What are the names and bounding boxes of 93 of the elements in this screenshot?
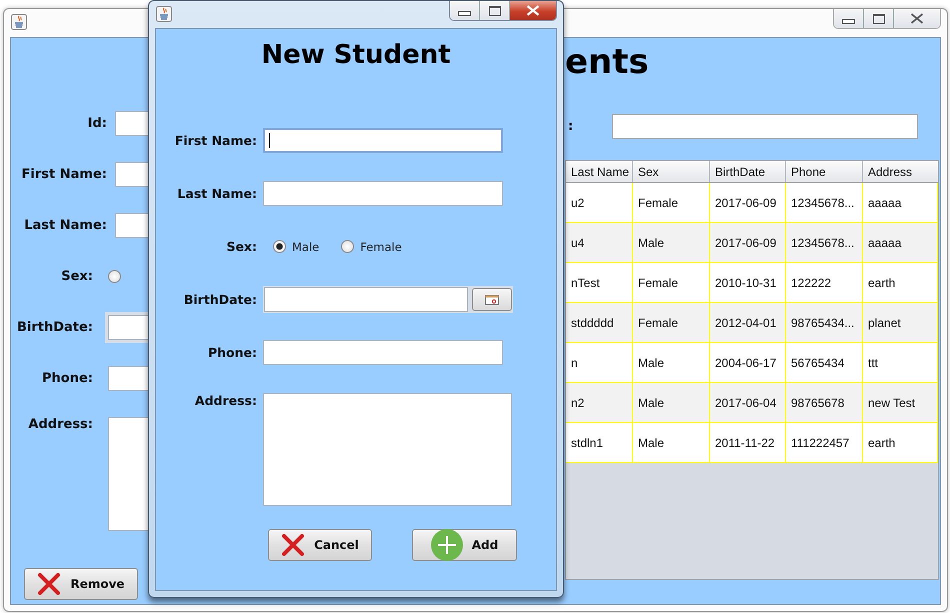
input-field[interactable]: [108, 366, 148, 391]
close-button[interactable]: [894, 9, 940, 28]
table-cell: 2011-11-22: [710, 423, 786, 462]
field-label: First Name:: [174, 133, 258, 148]
radio-option[interactable]: Male: [273, 240, 320, 254]
table-cell: 12345678...: [786, 223, 863, 262]
radio-button[interactable]: [341, 240, 354, 253]
field-label: Id:: [86, 116, 108, 131]
radio-option[interactable]: Female: [341, 240, 402, 254]
field-label: Address:: [194, 393, 258, 408]
field-label: Last Name:: [23, 218, 108, 233]
table-cell: 98765678: [786, 383, 863, 422]
add-button[interactable]: Add: [412, 529, 517, 561]
table-cell: n: [566, 343, 633, 382]
close-button[interactable]: [510, 1, 556, 20]
date-field[interactable]: [108, 315, 148, 340]
input-field[interactable]: [263, 128, 503, 153]
cross-icon: [281, 533, 306, 557]
table-cell: 2004-06-17: [710, 343, 786, 382]
table-cell: new Test: [863, 383, 938, 422]
table-cell: 2017-06-09: [710, 223, 786, 262]
java-cup-icon: [156, 6, 172, 22]
table-cell: Male: [633, 423, 710, 462]
close-icon: [910, 13, 924, 24]
field-label: BirthDate:: [182, 292, 258, 307]
table-cell: 111222457: [786, 423, 863, 462]
radio-button[interactable]: [273, 240, 286, 253]
table-cell: aaaaa: [863, 223, 938, 262]
table-cell: Female: [633, 183, 710, 222]
table-cell: Male: [633, 223, 710, 262]
table-cell: 2010-10-31: [710, 263, 786, 302]
table-cell: ttt: [863, 343, 938, 382]
table-cell: aaaaa: [863, 183, 938, 222]
table-cell: Male: [633, 343, 710, 382]
input-field[interactable]: [115, 162, 148, 187]
table-cell: u2: [566, 183, 633, 222]
field-label: First Name:: [20, 167, 108, 182]
search-field[interactable]: [612, 114, 918, 139]
table-cell: 56765434: [786, 343, 863, 382]
calendar-icon: [485, 294, 499, 304]
input-field[interactable]: [115, 111, 148, 136]
table-cell: Male: [633, 383, 710, 422]
table-cell: 2017-06-09: [710, 183, 786, 222]
table-cell: Female: [633, 263, 710, 302]
field-label: Last Name:: [176, 186, 258, 201]
input-field[interactable]: [115, 213, 148, 238]
radio-label: Female: [360, 240, 402, 254]
date-field[interactable]: [264, 287, 468, 312]
cross-icon: [37, 572, 62, 596]
cancel-button[interactable]: Cancel: [268, 529, 372, 561]
column-header[interactable]: Sex: [633, 161, 710, 182]
table-cell: Female: [633, 303, 710, 342]
search-label: :: [567, 119, 574, 134]
close-icon: [526, 5, 540, 16]
dialog-heading: New Student: [260, 39, 452, 72]
plus-icon: [430, 529, 463, 561]
table-cell: stdln1: [566, 423, 633, 462]
field-label: Sex:: [60, 269, 94, 284]
maximize-button[interactable]: [864, 9, 894, 28]
radio-button[interactable]: [108, 270, 121, 283]
minimize-button[interactable]: [834, 9, 864, 28]
table-cell: 12345678...: [786, 183, 863, 222]
table-cell: 122222: [786, 263, 863, 302]
field-label: BirthDate:: [16, 320, 94, 335]
column-header[interactable]: Last Name: [566, 161, 633, 182]
input-field[interactable]: [263, 181, 503, 206]
table-cell: earth: [863, 423, 938, 462]
table-cell: 2017-06-04: [710, 383, 786, 422]
input-field[interactable]: [263, 340, 503, 365]
table-cell: earth: [863, 263, 938, 302]
table-cell: planet: [863, 303, 938, 342]
field-label: Phone:: [206, 345, 258, 360]
table-cell: nTest: [566, 263, 633, 302]
java-cup-icon: [11, 14, 27, 30]
text-area[interactable]: [108, 417, 148, 531]
column-header[interactable]: BirthDate: [710, 161, 786, 182]
minimize-button[interactable]: [450, 1, 480, 20]
column-header[interactable]: Phone: [786, 161, 863, 182]
table-cell: stddddd: [566, 303, 633, 342]
column-header[interactable]: Address: [863, 161, 938, 182]
remove-button[interactable]: Remove: [24, 568, 138, 600]
window-heading: ents: [565, 41, 649, 84]
table-cell: 2012-04-01: [710, 303, 786, 342]
maximize-button[interactable]: [480, 1, 510, 20]
table-cell: 98765434...: [786, 303, 863, 342]
text-area[interactable]: [263, 393, 512, 506]
radio-label: Male: [292, 240, 320, 254]
table-cell: u4: [566, 223, 633, 262]
calendar-button[interactable]: [472, 288, 512, 311]
field-label: Phone:: [41, 371, 94, 386]
table-cell: n2: [566, 383, 633, 422]
field-label: Address:: [27, 417, 94, 432]
field-label: Sex:: [225, 239, 258, 254]
